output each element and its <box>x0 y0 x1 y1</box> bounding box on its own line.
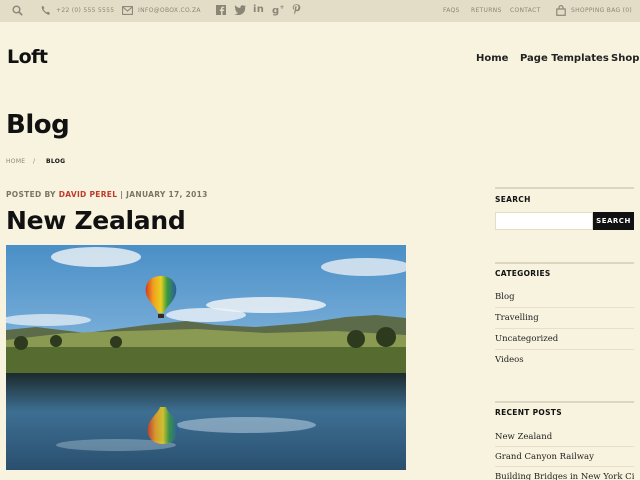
shopping-bag-link[interactable]: SHOPPING BAG (0) <box>571 7 632 14</box>
linkedin-icon[interactable]: in <box>253 4 264 15</box>
breadcrumb-separator: / <box>33 158 36 165</box>
breadcrumb-current: BLOG <box>46 158 66 165</box>
faqs-link[interactable]: FAQS <box>443 7 460 14</box>
google-plus-icon[interactable]: g+ <box>272 4 285 16</box>
facebook-icon[interactable] <box>216 5 226 17</box>
categories-heading: CATEGORIES <box>495 269 551 278</box>
list-divider <box>495 307 634 308</box>
recent-posts-heading: RECENT POSTS <box>495 408 562 417</box>
post-title[interactable]: New Zealand <box>6 206 186 235</box>
phone-number: +22 (0) 555 5555 <box>56 7 115 14</box>
mail-icon <box>122 6 133 17</box>
post-meta-prefix: POSTED BY <box>6 190 56 199</box>
list-divider <box>495 446 634 447</box>
category-blog[interactable]: Blog <box>495 292 634 302</box>
contact-link[interactable]: CONTACT <box>510 7 541 14</box>
site-logo[interactable]: Loft <box>7 46 48 68</box>
breadcrumb-home[interactable]: HOME <box>6 158 25 165</box>
sidebar-divider <box>495 187 634 189</box>
search-heading: SEARCH <box>495 195 531 204</box>
pinterest-icon[interactable] <box>292 4 301 17</box>
post-author-link[interactable]: DAVID PEREL <box>59 190 118 199</box>
recent-post-link[interactable]: Building Bridges in New York City <box>495 472 634 480</box>
nav-shop[interactable]: Shop <box>611 53 639 64</box>
recent-post-link[interactable]: Grand Canyon Railway <box>495 452 634 462</box>
page-title: Blog <box>6 110 70 140</box>
email-link[interactable]: INFO@OBOX.CO.ZA <box>138 7 201 14</box>
list-divider <box>495 328 634 329</box>
post-meta-separator: | <box>120 190 124 199</box>
sidebar-divider <box>495 262 634 264</box>
top-bar: +22 (0) 555 5555 INFO@OBOX.CO.ZA in g+ F… <box>0 0 640 22</box>
recent-post-link[interactable]: New Zealand <box>495 432 634 442</box>
shopping-bag-icon[interactable] <box>556 5 566 18</box>
phone-icon <box>40 5 51 18</box>
post-featured-image[interactable] <box>6 245 406 470</box>
returns-link[interactable]: RETURNS <box>471 7 502 14</box>
search-icon[interactable] <box>12 5 23 18</box>
category-travelling[interactable]: Travelling <box>495 313 634 323</box>
category-videos[interactable]: Videos <box>495 355 634 365</box>
post-meta: POSTED BY DAVID PEREL | JANUARY 17, 2013 <box>6 190 208 199</box>
nav-home[interactable]: Home <box>476 53 508 64</box>
search-button[interactable]: SEARCH <box>593 212 634 230</box>
list-divider <box>495 466 634 467</box>
nav-page-templates[interactable]: Page Templates <box>520 53 609 64</box>
search-input[interactable] <box>495 212 593 230</box>
twitter-icon[interactable] <box>234 5 246 17</box>
category-uncategorized[interactable]: Uncategorized <box>495 334 634 344</box>
post-date: JANUARY 17, 2013 <box>126 190 208 199</box>
list-divider <box>495 349 634 350</box>
sidebar-divider <box>495 401 634 403</box>
